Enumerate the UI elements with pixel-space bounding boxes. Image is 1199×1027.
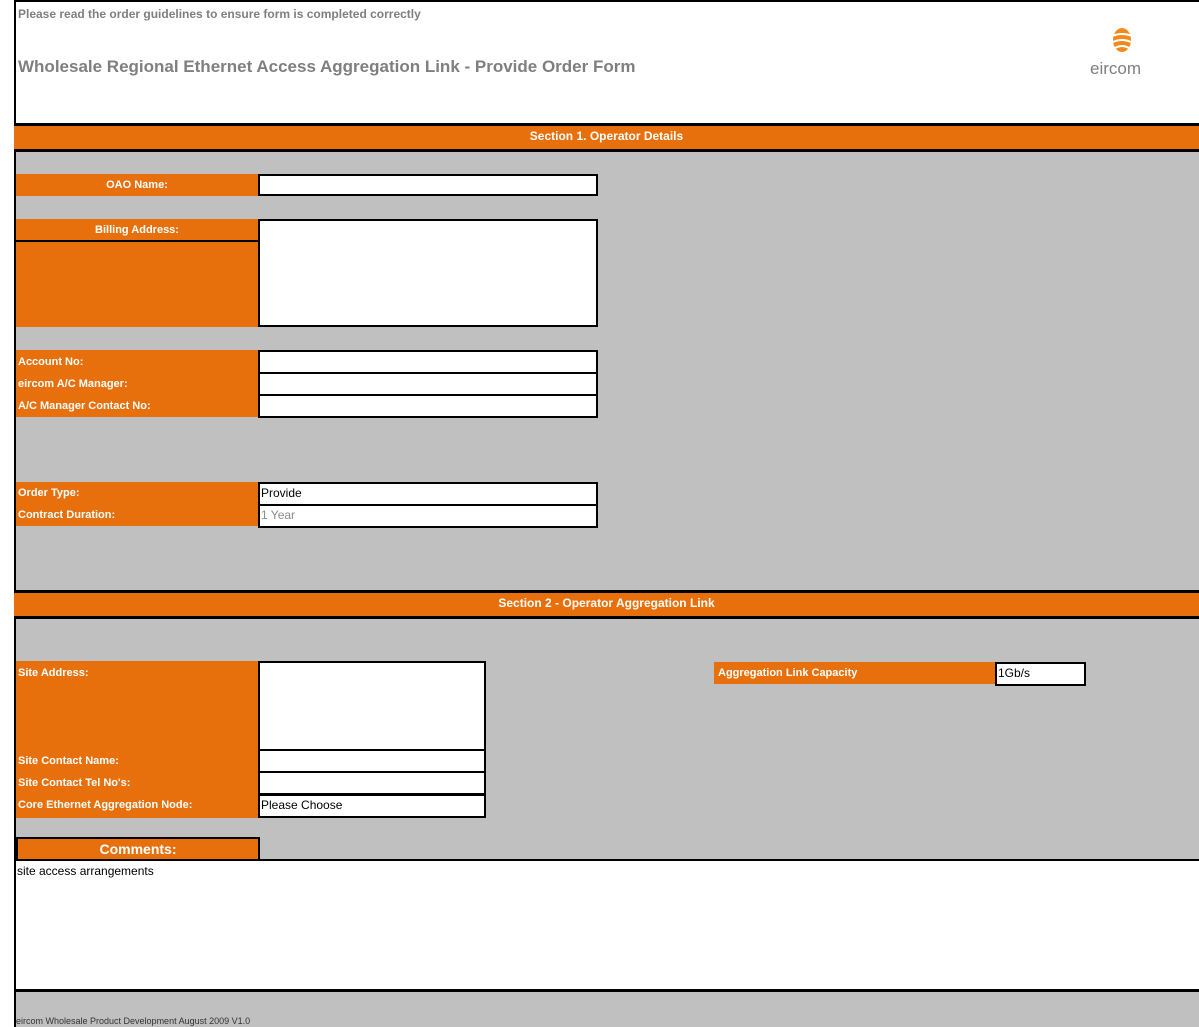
section2-header: Section 2 - Operator Aggregation Link [14, 590, 1199, 619]
logo-text: eircom [1090, 59, 1142, 78]
site-contact-tel-label: Site Contact Tel No's: [18, 777, 131, 789]
billing-label-divider [16, 240, 258, 242]
section2-title: Section 2 - Operator Aggregation Link [498, 596, 715, 610]
ac-manager-label: eircom A/C Manager: [18, 378, 128, 390]
site-contact-name-label: Site Contact Name: [18, 755, 119, 767]
core-node-label: Core Ethernet Aggregation Node: [18, 799, 193, 811]
site-address-label: Site Address: [18, 667, 89, 679]
capacity-select[interactable]: 1Gb/s [995, 662, 1086, 686]
billing-address-label: Billing Address: [95, 224, 179, 236]
core-node-select[interactable]: Please Choose [258, 794, 486, 818]
ac-manager-contact-field[interactable] [258, 394, 598, 418]
account-no-label: Account No: [18, 356, 84, 368]
guideline-note: Please read the order guidelines to ensu… [18, 7, 421, 21]
capacity-label: Aggregation Link Capacity [714, 662, 995, 684]
contract-duration-field[interactable]: 1 Year [258, 504, 598, 528]
site-contact-name-field[interactable] [258, 749, 486, 773]
section1-header: Section 1. Operator Details [14, 123, 1199, 152]
ac-manager-contact-label: A/C Manager Contact No: [18, 400, 151, 412]
oao-name-field[interactable] [258, 174, 598, 196]
order-type-field[interactable]: Provide [258, 482, 598, 506]
comments-field[interactable]: site access arrangements [16, 861, 1199, 989]
eircom-swirl-icon [1111, 28, 1133, 52]
eircom-logo: eircom [1090, 22, 1150, 84]
oao-name-label: OAO Name: [16, 174, 258, 196]
sheet-top-border [14, 0, 1199, 2]
section1-title: Section 1. Operator Details [529, 129, 684, 143]
site-contact-tel-field[interactable] [258, 771, 486, 795]
order-type-label: Order Type: [18, 487, 80, 499]
comments-label: Comments: [16, 837, 260, 861]
form-title: Wholesale Regional Ethernet Access Aggre… [18, 57, 636, 76]
billing-address-field[interactable] [258, 219, 598, 327]
footer-text: eircom Wholesale Product Development Aug… [16, 1016, 251, 1026]
contract-duration-label: Contract Duration: [18, 509, 116, 521]
site-address-field[interactable] [258, 661, 486, 751]
ac-manager-field[interactable] [258, 372, 598, 396]
account-no-field[interactable] [258, 350, 598, 374]
